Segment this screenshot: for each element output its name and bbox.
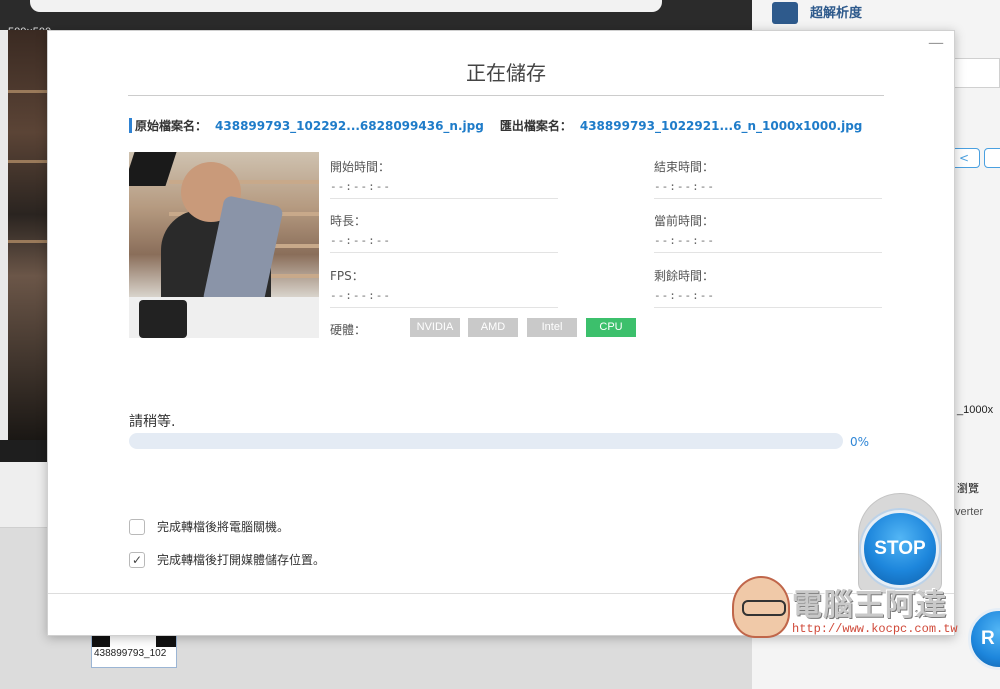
progress-percent: 0% [850, 435, 870, 449]
dialog-title: 正在儲存 [466, 61, 546, 85]
watermark: 電腦王阿達 http://www.kocpc.com.tw [732, 576, 968, 640]
right-panel-box [952, 58, 1000, 88]
background-timeline [0, 440, 48, 462]
watermark-brand: 電腦王阿達 [792, 588, 947, 623]
remaining-time-label: 剩餘時間： [654, 269, 715, 283]
output-filename-value: 438899793_1022921...6_n_1000x1000.jpg [579, 118, 863, 133]
remaining-time-value: --:--:-- [654, 289, 715, 302]
remaining-time-field: 剩餘時間： --:--:-- [654, 267, 882, 308]
shutdown-checkbox[interactable] [129, 518, 145, 535]
status-text: 請稍等. [129, 414, 176, 430]
thumbnail-label: 438899793_102 [94, 648, 167, 659]
converter-text: verter [955, 506, 984, 518]
open-folder-option[interactable]: ✓ 完成轉檔後打開媒體儲存位置。 [129, 549, 326, 568]
hardware-cpu[interactable]: CPU [586, 318, 636, 337]
saving-dialog: — 正在儲存 原始檔案名： 438899793_102292...68280994… [47, 30, 955, 636]
start-time-label: 開始時間： [330, 160, 391, 174]
hardware-label: 硬體： [330, 323, 367, 337]
fps-label: FPS： [330, 269, 364, 283]
end-time-label: 結束時間： [654, 160, 715, 174]
open-folder-option-label: 完成轉檔後打開媒體儲存位置。 [157, 553, 326, 567]
right-panel-next-button[interactable] [984, 148, 1000, 168]
background-toolbar [0, 462, 48, 528]
current-time-value: --:--:-- [654, 234, 715, 247]
right-panel-title: 超解析度 [810, 6, 863, 21]
fps-field: FPS： --:--:-- [330, 267, 558, 308]
source-filename-label: 原始檔案名： [135, 119, 208, 133]
shutdown-option[interactable]: 完成轉檔後將電腦關機。 [129, 516, 290, 535]
preview-thumbnail [129, 152, 319, 338]
start-time-field: 開始時間： --:--:-- [330, 158, 558, 199]
shutdown-option-label: 完成轉檔後將電腦關機。 [157, 520, 290, 534]
background-preview-image [8, 30, 48, 440]
output-filename-label: 匯出檔案名： [499, 119, 572, 133]
mascot-face-icon [732, 576, 790, 638]
background-top-bar [0, 0, 752, 30]
hardware-nvidia[interactable]: NVIDIA [410, 318, 460, 337]
section-marker [129, 118, 132, 133]
duration-label: 時長： [330, 214, 367, 228]
hardware-intel[interactable]: Intel [527, 318, 577, 337]
open-folder-checkbox[interactable]: ✓ [129, 551, 145, 568]
fps-value: --:--:-- [330, 289, 391, 302]
end-time-value: --:--:-- [654, 180, 715, 193]
duration-field: 時長： --:--:-- [330, 212, 558, 253]
start-time-value: --:--:-- [330, 180, 391, 193]
progress-bar [129, 433, 843, 449]
source-filename-value: 438899793_102292...6828099436_n.jpg [215, 118, 484, 133]
watermark-url: http://www.kocpc.com.tw [792, 622, 958, 636]
duration-value: --:--:-- [330, 234, 391, 247]
filename-row: 原始檔案名： 438899793_102292...6828099436_n.jp… [129, 115, 862, 133]
minimize-button[interactable]: — [928, 33, 944, 52]
end-time-field: 結束時間： --:--:-- [654, 158, 882, 199]
background-address-bar[interactable] [30, 0, 662, 12]
super-resolution-icon [772, 2, 798, 24]
current-time-label: 當前時間： [654, 214, 715, 228]
current-time-field: 當前時間： --:--:-- [654, 212, 882, 253]
browse-button[interactable]: 瀏覽 [957, 480, 979, 496]
hardware-amd[interactable]: AMD [468, 318, 518, 337]
screen: 500×500 438899793_102 超解析度 < _1000x 瀏覽 v… [0, 0, 1000, 689]
output-filename-field[interactable]: _1000x [957, 404, 993, 416]
title-divider [128, 95, 884, 96]
